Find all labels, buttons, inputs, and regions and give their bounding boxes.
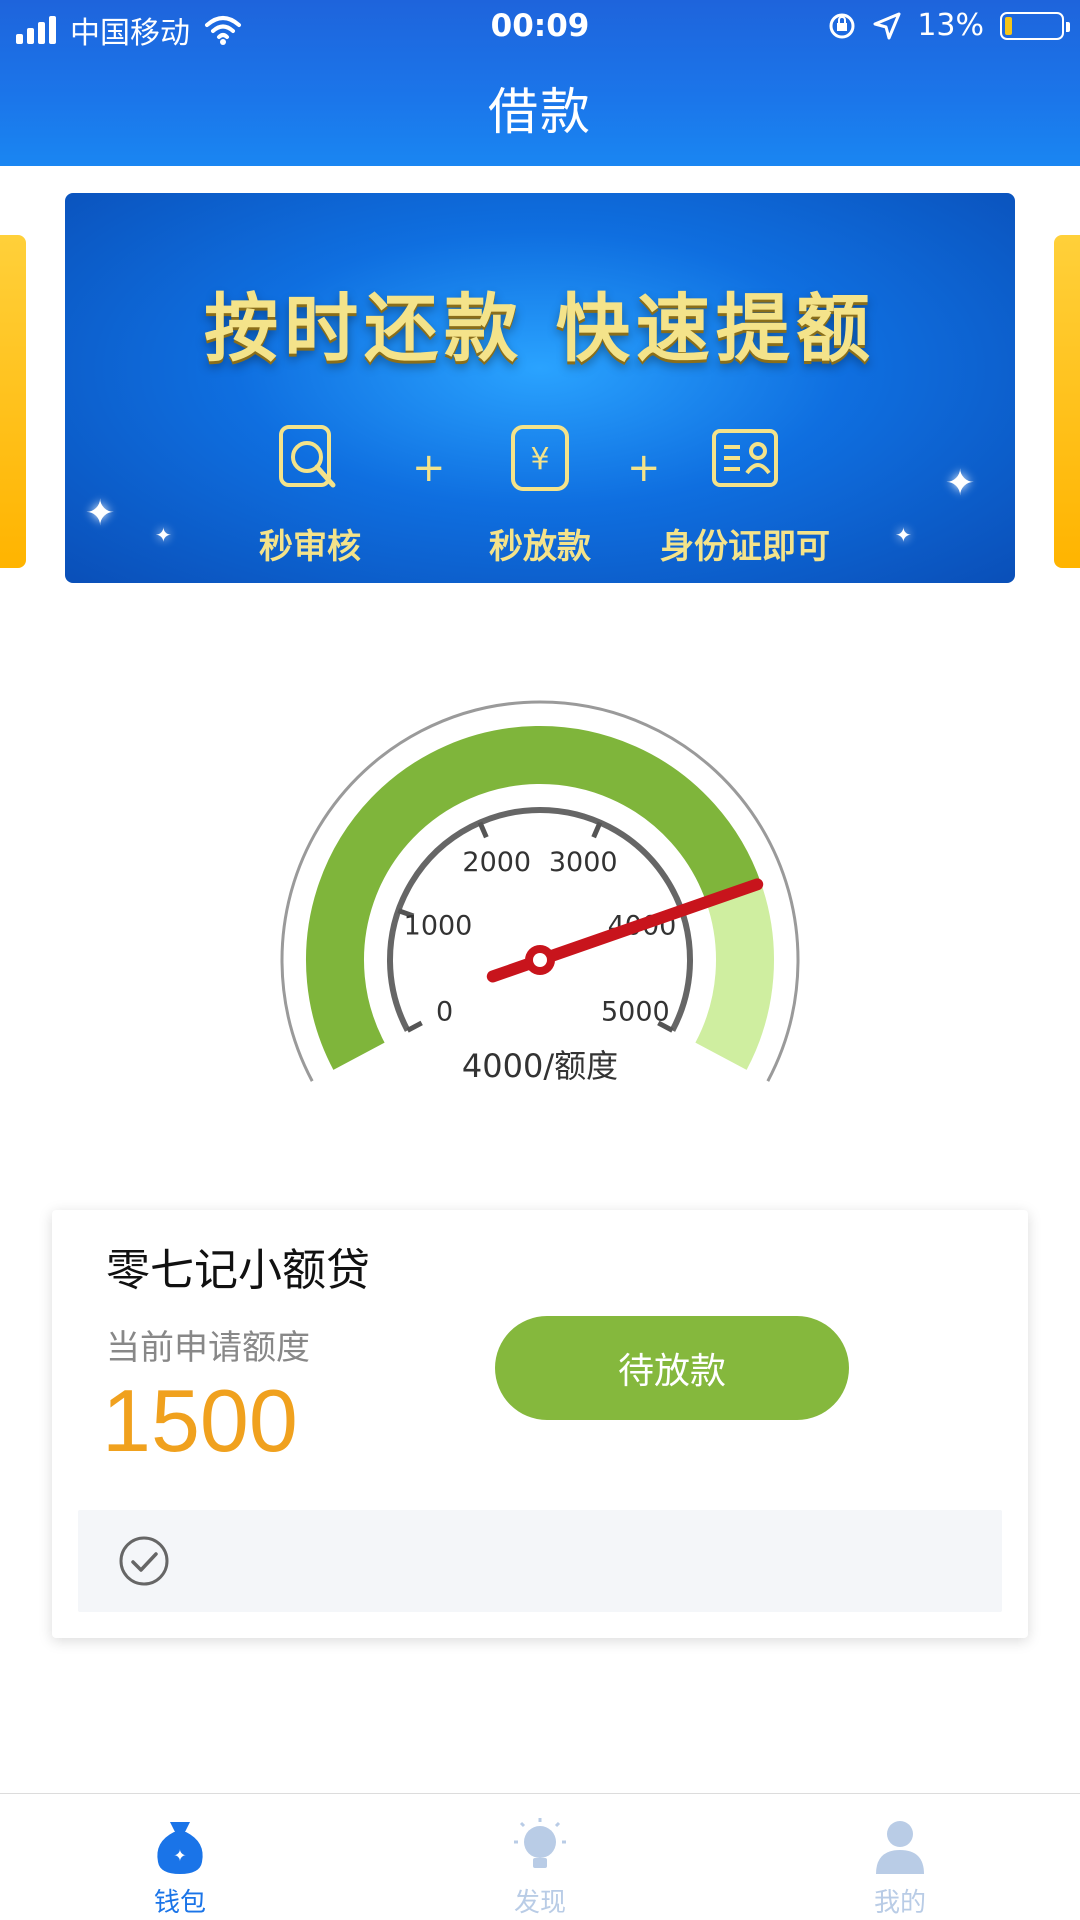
promo-banner[interactable]: 按时还款 快速提额 秒审核 + ¥ 秒放款 + 身份证即可 ✦ ✦ ✦ ✦ <box>65 193 1015 583</box>
tab-label: 发现 <box>513 1888 566 1918</box>
page-title: 借款 <box>488 83 592 141</box>
tab-wallet[interactable]: ✦ 钱包 <box>0 1794 360 1920</box>
id-card-icon <box>712 429 778 487</box>
gauge-tick <box>406 1020 423 1033</box>
banner-headline: 按时还款 快速提额 <box>204 286 876 372</box>
card-footer <box>78 1510 1002 1612</box>
gauge-tick-label: 5000 <box>601 997 670 1028</box>
lightbulb-icon <box>514 1818 566 1868</box>
app-root: 中国移动 00:09 13% 借款 按时还款 快速提额 秒审核 + ¥ 秒放款 … <box>0 0 1080 1920</box>
sparkle-icon: ✦ <box>85 493 116 534</box>
gauge-tick-label: 2000 <box>462 847 531 878</box>
battery-level-fill <box>1005 16 1012 35</box>
check-circle-icon[interactable] <box>118 1535 170 1587</box>
svg-text:¥: ¥ <box>530 442 549 477</box>
wallet-bag-icon: ✦ <box>157 1822 203 1874</box>
svg-text:✦: ✦ <box>173 1846 186 1865</box>
carousel-next-slide[interactable] <box>1054 235 1080 568</box>
banner-feature-label: 秒审核 <box>259 527 361 567</box>
status-right: 13% <box>827 8 1070 43</box>
gauge-caption: 4000/额度 <box>461 1047 619 1085</box>
banner-feature-id: 身份证即可 <box>645 423 845 568</box>
status-bar: 中国移动 00:09 13% <box>0 0 1080 56</box>
sparkle-icon: ✦ <box>155 523 172 547</box>
carousel-prev-slide[interactable] <box>0 235 26 568</box>
header-bar: 中国移动 00:09 13% 借款 <box>0 0 1080 166</box>
gauge-tick <box>591 821 603 839</box>
rotation-lock-icon <box>829 13 855 38</box>
banner-feature-label: 秒放款 <box>489 527 591 567</box>
banner-feature-payout: ¥ 秒放款 <box>440 423 640 568</box>
gauge-tick-label: 3000 <box>549 847 618 878</box>
tab-label: 钱包 <box>153 1888 206 1918</box>
pending-disbursement-button[interactable]: 待放款 <box>495 1316 849 1420</box>
amount-value: 1500 <box>102 1371 298 1470</box>
credit-gauge: 010002000300040005000 <box>280 700 800 1082</box>
magnifier-doc-icon <box>279 425 336 488</box>
person-icon <box>876 1821 924 1874</box>
sparkle-icon: ✦ <box>895 523 912 547</box>
tab-mine[interactable]: 我的 <box>720 1794 1080 1920</box>
gauge-tick-label: 0 <box>436 997 453 1028</box>
gauge-filled-band <box>306 726 761 1070</box>
product-name: 零七记小额贷 <box>106 1245 370 1296</box>
loan-card: 零七记小额贷 当前申请额度 1500 待放款 <box>52 1210 1028 1638</box>
tab-label: 我的 <box>873 1888 926 1918</box>
banner-feature-review: 秒审核 <box>210 423 410 568</box>
gauge-tick <box>477 821 489 839</box>
sparkle-icon: ✦ <box>945 463 976 504</box>
gauge-remaining-band <box>695 883 774 1070</box>
gauge-tick-label: 1000 <box>404 910 473 941</box>
location-arrow-icon <box>873 12 901 39</box>
amount-label: 当前申请额度 <box>106 1328 310 1368</box>
yuan-doc-icon: ¥ <box>511 425 569 491</box>
gauge-needle-hub-center <box>533 953 547 967</box>
bottom-tab-bar: ✦ 钱包 发现 我的 <box>0 1793 1080 1920</box>
banner-feature-label: 身份证即可 <box>660 527 830 567</box>
battery-icon <box>1000 11 1070 40</box>
tab-discover[interactable]: 发现 <box>360 1794 720 1920</box>
battery-percent: 13% <box>917 8 984 43</box>
